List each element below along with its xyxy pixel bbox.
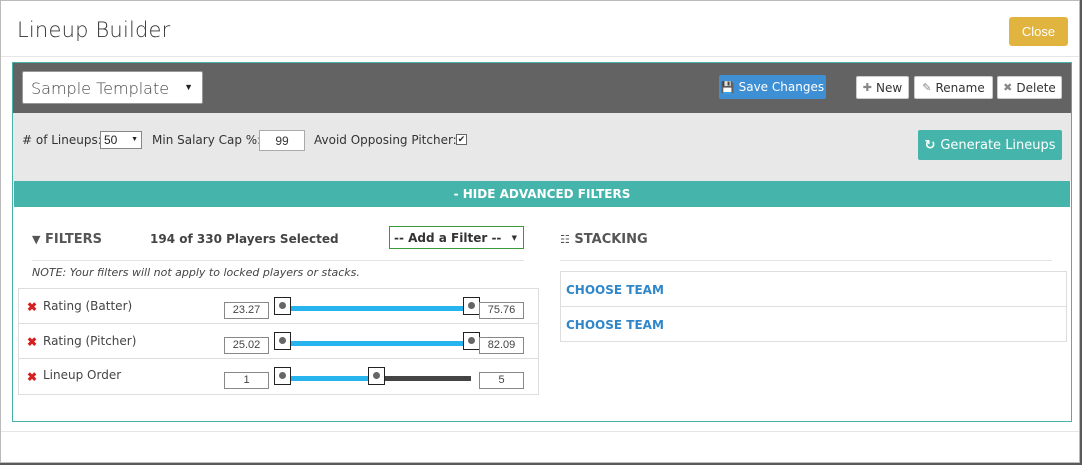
new-label: New bbox=[876, 80, 903, 95]
chevron-down-icon: ▼ bbox=[184, 83, 193, 93]
filter-min-input[interactable]: 1 bbox=[224, 372, 269, 389]
filter-label: Lineup Order bbox=[43, 368, 122, 382]
rename-label: Rename bbox=[935, 80, 985, 95]
filters-heading-label: FILTERS bbox=[45, 232, 102, 247]
lineup-builder-modal: Lineup Builder Close Sample Template ▼ 💾… bbox=[0, 0, 1080, 463]
filter-min-input[interactable]: 25.02 bbox=[224, 337, 269, 354]
filter-max-input[interactable]: 5 bbox=[479, 372, 524, 389]
close-icon: ✖ bbox=[1003, 81, 1013, 94]
template-select-value: Sample Template bbox=[31, 79, 170, 98]
modal-header: Lineup Builder Close bbox=[1, 1, 1079, 57]
lineups-count-select[interactable]: 50 ▼ bbox=[100, 131, 142, 149]
chevron-down-icon: ▼ bbox=[131, 136, 138, 143]
filter-max-input[interactable]: 82.09 bbox=[479, 337, 524, 354]
options-bar: # of Lineups: 50 ▼ Min Salary Cap %: 99 … bbox=[13, 113, 1071, 181]
builder-panel: Sample Template ▼ 💾 Save Changes ✚ New ✎… bbox=[12, 62, 1072, 422]
sitemap-icon: ☷ bbox=[560, 233, 570, 246]
range-slider-track[interactable] bbox=[282, 341, 471, 346]
filter-row: ✖ Lineup Order 1 5 bbox=[19, 359, 538, 394]
close-button[interactable]: Close bbox=[1009, 17, 1068, 46]
range-slider-track[interactable] bbox=[282, 306, 471, 311]
template-select[interactable]: Sample Template ▼ bbox=[22, 71, 203, 104]
choose-team-link[interactable]: CHOOSE TEAM bbox=[566, 283, 664, 297]
slider-high-handle[interactable] bbox=[462, 332, 480, 350]
slider-high-handle[interactable] bbox=[462, 297, 480, 315]
delete-label: Delete bbox=[1016, 80, 1056, 95]
range-slider-fill bbox=[282, 306, 471, 311]
chevron-down-icon: ▼ bbox=[511, 234, 517, 242]
filter-max-input[interactable]: 75.76 bbox=[479, 302, 524, 319]
filter-row: ✖ Rating (Batter) 23.27 75.76 bbox=[19, 289, 538, 324]
remove-filter-icon[interactable]: ✖ bbox=[27, 335, 37, 349]
rename-button[interactable]: ✎ Rename bbox=[914, 76, 993, 99]
edit-icon: ✎ bbox=[922, 81, 932, 94]
stacking-heading-label: STACKING bbox=[574, 232, 648, 247]
stack-team-slot[interactable]: CHOOSE TEAM bbox=[560, 271, 1067, 307]
remove-filter-icon[interactable]: ✖ bbox=[27, 370, 37, 384]
filter-label: Rating (Batter) bbox=[43, 299, 133, 313]
stack-team-slot[interactable]: CHOOSE TEAM bbox=[560, 306, 1067, 342]
filter-row: ✖ Rating (Pitcher) 25.02 82.09 bbox=[19, 324, 538, 359]
filter-table: ✖ Rating (Batter) 23.27 75.76 ✖ Rating (… bbox=[18, 288, 539, 395]
save-changes-label: Save Changes bbox=[738, 80, 825, 94]
avoid-pitcher-label: Avoid Opposing Pitcher: bbox=[314, 133, 457, 147]
slider-low-handle[interactable] bbox=[273, 332, 291, 350]
floppy-disk-icon: 💾 bbox=[720, 80, 735, 94]
filter-icon: ▼ bbox=[32, 233, 41, 246]
footer-divider bbox=[1, 431, 1079, 432]
divider bbox=[32, 260, 524, 261]
save-changes-button[interactable]: 💾 Save Changes bbox=[719, 75, 826, 99]
slider-high-handle[interactable] bbox=[368, 367, 385, 385]
choose-team-link[interactable]: CHOOSE TEAM bbox=[566, 318, 664, 332]
delete-button[interactable]: ✖ Delete bbox=[997, 76, 1062, 99]
generate-lineups-label: Generate Lineups bbox=[940, 137, 1056, 153]
avoid-pitcher-checkbox[interactable]: ✔ bbox=[456, 134, 467, 145]
modal-title: Lineup Builder bbox=[17, 18, 171, 42]
slider-low-handle[interactable] bbox=[273, 297, 291, 315]
plus-icon: ✚ bbox=[862, 81, 873, 94]
filter-min-input[interactable]: 23.27 bbox=[224, 302, 269, 319]
slider-low-handle[interactable] bbox=[273, 367, 291, 385]
min-salary-label: Min Salary Cap %: bbox=[152, 133, 262, 147]
range-slider-fill bbox=[282, 341, 471, 346]
lineups-count-label: # of Lineups: bbox=[22, 133, 102, 147]
add-filter-select[interactable]: -- Add a Filter -- ▼ bbox=[389, 226, 524, 249]
refresh-icon: ↻ bbox=[924, 137, 936, 153]
lineups-count-value: 50 bbox=[104, 133, 118, 147]
remove-filter-icon[interactable]: ✖ bbox=[27, 300, 37, 314]
divider bbox=[560, 260, 1052, 261]
advanced-filters-toggle[interactable]: - HIDE ADVANCED FILTERS bbox=[14, 181, 1070, 207]
min-salary-input[interactable]: 99 bbox=[259, 130, 305, 151]
add-filter-placeholder: -- Add a Filter -- bbox=[394, 231, 502, 245]
range-slider-fill bbox=[282, 376, 377, 381]
filters-note: NOTE: Your filters will not apply to loc… bbox=[32, 266, 360, 279]
players-selected-count: 194 of 330 Players Selected bbox=[150, 232, 339, 246]
new-button[interactable]: ✚ New bbox=[856, 76, 909, 99]
template-toolbar: Sample Template ▼ 💾 Save Changes ✚ New ✎… bbox=[13, 63, 1071, 113]
filter-label: Rating (Pitcher) bbox=[43, 334, 137, 348]
stacking-heading: ☷ STACKING bbox=[560, 232, 648, 247]
generate-lineups-button[interactable]: ↻ Generate Lineups bbox=[918, 130, 1062, 160]
filters-heading: ▼ FILTERS bbox=[32, 232, 102, 247]
